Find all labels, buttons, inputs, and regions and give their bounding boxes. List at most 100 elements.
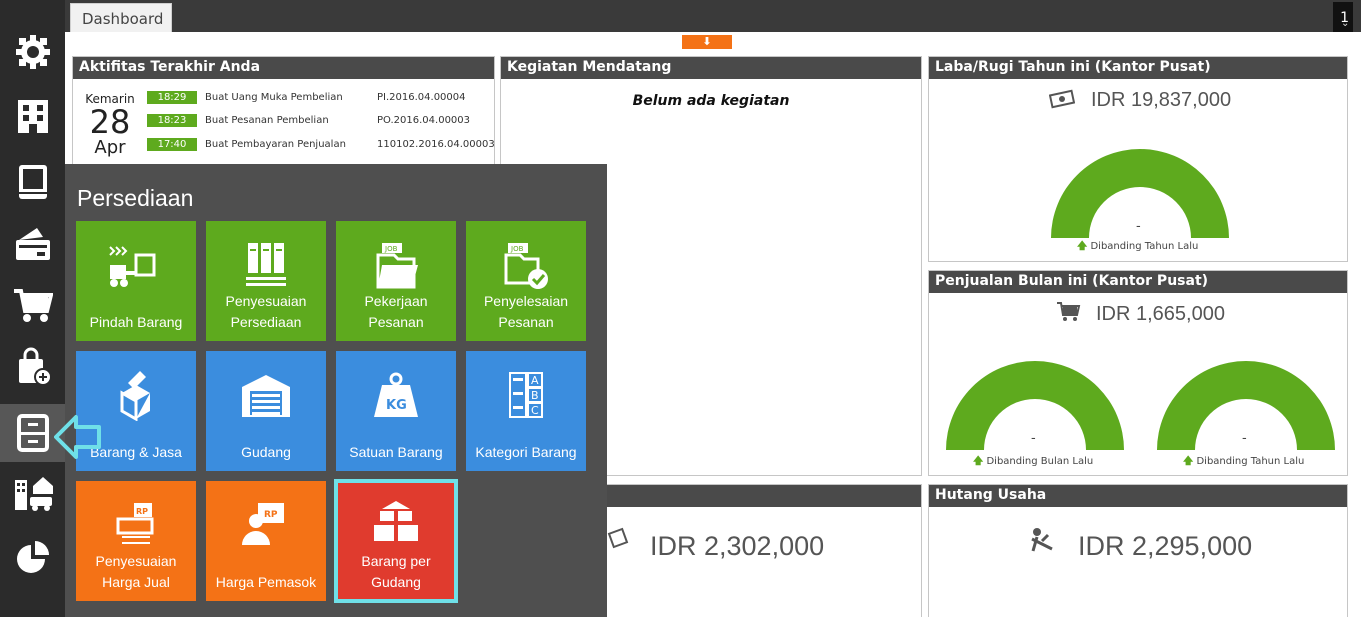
sales-panel: Penjualan Bulan ini (Kantor Pusat) IDR 1… (928, 270, 1348, 476)
inventory-popup-menu: Persediaan Pindah Barang Penyesuaian Per… (65, 164, 607, 617)
profit-gauge-caption: 🡅 Dibanding Tahun Lalu (1077, 239, 1198, 256)
warehouse-icon (242, 375, 290, 417)
svg-text:JOB: JOB (384, 245, 398, 253)
sales-gauge-month-caption-text: Dibanding Bulan Lalu (986, 456, 1094, 467)
sales-gauge-month-caption: 🡅 Dibanding Bulan Lalu (973, 454, 1093, 471)
cart-icon (13, 289, 53, 322)
money-icon (607, 527, 629, 549)
svg-text:RP: RP (264, 510, 278, 520)
popup-title: Persediaan (77, 185, 194, 211)
svg-text:B: B (531, 389, 539, 402)
wallet-icon (15, 228, 50, 260)
activity-time: 18:23 (147, 114, 197, 127)
tile-label: Penyelesaian Pesanan (483, 293, 569, 330)
sidebar-item-reports[interactable] (0, 528, 65, 586)
sidebar-item-sales[interactable] (0, 276, 65, 334)
sidebar-item-settings[interactable] (0, 23, 65, 81)
tile-kategori-barang[interactable]: ABC Kategori Barang (466, 351, 586, 471)
activity-ref: PI.2016.04.00004 (377, 92, 466, 103)
activity-month: Apr (94, 137, 126, 158)
sales-amount: IDR 1,665,000 (1096, 303, 1225, 325)
tile-harga-pemasok[interactable]: RP Harga Pemasok (206, 481, 326, 601)
no-events-message: Belum ada kegiatan (632, 93, 790, 109)
activity-ref: 110102.2016.04.00003 (377, 139, 495, 150)
activity-ref: PO.2016.04.00003 (377, 115, 471, 126)
forklift-icon (109, 246, 156, 287)
activity-row[interactable]: 18:23 Buat Pesanan Pembelian PO.2016.04.… (147, 114, 487, 128)
shopping-bag-icon (18, 347, 52, 386)
sidebar (0, 0, 65, 617)
profit-loss-panel: Laba/Rugi Tahun ini (Kantor Pusat) IDR 1… (928, 56, 1348, 262)
payable-panel: Hutang Usaha IDR 2,295,000 (928, 484, 1348, 617)
sidebar-item-company[interactable] (0, 87, 65, 145)
tile-label: Penyesuaian Persediaan (225, 293, 307, 330)
receivable-amount: IDR 2,302,000 (650, 531, 825, 561)
activity-row[interactable]: 18:29 Buat Uang Muka Pembelian PI.2016.0… (147, 91, 487, 105)
svg-text:JOB: JOB (510, 245, 524, 253)
activity-day: 28 (89, 103, 131, 141)
gear-icon (15, 35, 50, 69)
profit-gauge-caption-text: Dibanding Tahun Lalu (1090, 241, 1199, 252)
svg-text:A: A (531, 374, 539, 387)
tile-penyesuaian-persediaan[interactable]: Penyesuaian Persediaan (206, 221, 326, 341)
payable-amount: IDR 2,295,000 (1078, 531, 1253, 561)
upcoming-events-title: Kegiatan Mendatang (501, 57, 921, 79)
activity-time: 18:29 (147, 91, 197, 104)
payment-icon (1031, 528, 1053, 552)
book-icon (18, 165, 47, 199)
sales-gauge-year-caption-text: Dibanding Tahun Lalu (1196, 456, 1305, 467)
payable-title: Hutang Usaha (929, 485, 1347, 507)
profit-amount: IDR 19,837,000 (1091, 89, 1232, 111)
top-bar: Dashboard 1 ⌄ (0, 0, 1361, 32)
activity-row[interactable]: 17:40 Buat Pembayaran Penjualan 110102.2… (147, 138, 495, 152)
tile-pekerjaan-pesanan[interactable]: JOB Pekerjaan Pesanan (336, 221, 456, 341)
sidebar-item-ledger[interactable] (0, 153, 65, 211)
tile-label: Barang per Gudang (361, 553, 431, 590)
building-car-icon (14, 477, 53, 511)
tile-satuan-barang[interactable]: KG Satuan Barang (336, 351, 456, 471)
sales-gauge-month-value: - (1031, 431, 1036, 446)
tile-label: Pekerjaan Pesanan (364, 293, 428, 330)
profit-gauge-value: - (1136, 219, 1141, 234)
collapse-toggle-button[interactable]: ⬇ (682, 35, 732, 49)
sidebar-item-assets[interactable] (0, 465, 65, 523)
activity-desc: Buat Pembayaran Penjualan (205, 139, 346, 150)
building-icon (17, 100, 48, 133)
price-adjust-icon: RP (116, 503, 154, 544)
tile-gudang[interactable]: Gudang (206, 351, 326, 471)
activity-desc: Buat Pesanan Pembelian (205, 115, 329, 126)
recent-activity-panel: Aktifitas Terakhir Anda Kemarin 28 Apr 1… (72, 56, 495, 166)
tile-penyelesaian-pesanan[interactable]: JOB Penyelesaian Pesanan (466, 221, 586, 341)
activity-desc: Buat Uang Muka Pembelian (205, 92, 343, 103)
items-services-icon (120, 371, 150, 421)
tile-label: Penyesuaian Harga Jual (95, 553, 177, 590)
tab-dashboard[interactable]: Dashboard (70, 3, 172, 32)
category-abc-icon: ABC (509, 372, 543, 418)
activity-time: 17:40 (147, 138, 197, 151)
sales-title: Penjualan Bulan ini (Kantor Pusat) (929, 271, 1347, 293)
job-complete-icon: JOB (504, 243, 548, 289)
tile-label: Harga Pemasok (215, 574, 317, 590)
sidebar-item-cash-bank[interactable] (0, 214, 65, 272)
tile-penyesuaian-harga-jual[interactable]: RP Penyesuaian Harga Jual (76, 481, 196, 601)
tile-barang-per-gudang[interactable]: Barang per Gudang (334, 479, 458, 603)
arrow-up-icon: 🡅 (1183, 456, 1194, 467)
activity-date: Kemarin 28 Apr (81, 92, 139, 158)
job-folder-icon: JOB (376, 243, 418, 289)
sidebar-item-purchase[interactable] (0, 338, 65, 396)
cabinet-icon (16, 414, 49, 452)
page-number-indicator[interactable]: 1 ⌄ (1333, 2, 1353, 32)
pie-chart-icon (16, 541, 49, 573)
svg-text:C: C (531, 404, 539, 417)
tile-label: Kategori Barang (475, 444, 577, 460)
shelf-icon (246, 243, 286, 286)
svg-text:RP: RP (136, 507, 148, 516)
tile-label: Pindah Barang (89, 314, 183, 330)
tile-pindah-barang[interactable]: Pindah Barang (76, 221, 196, 341)
sales-gauge-year-caption: 🡅 Dibanding Tahun Lalu (1183, 454, 1304, 471)
recent-activity-title: Aktifitas Terakhir Anda (73, 57, 494, 79)
tile-label: Gudang (241, 444, 291, 460)
arrow-left-pointer-icon (54, 415, 101, 459)
boxes-warehouse-icon (374, 501, 418, 541)
money-icon (1049, 89, 1075, 109)
